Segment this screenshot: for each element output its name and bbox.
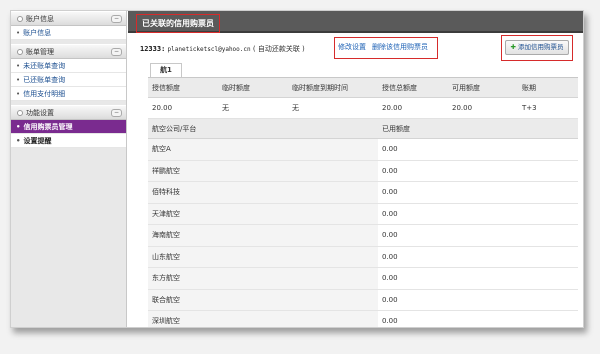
table-row: 航空A 0.00	[148, 139, 578, 161]
table-row: 祥鹏航空 0.00	[148, 160, 578, 182]
airline-name: 海南航空	[148, 225, 378, 246]
collapse-icon[interactable]: −	[111, 109, 122, 117]
table-row: 海南航空 0.00	[148, 225, 578, 247]
sidebar-item-label: 未还账单查询	[23, 62, 66, 70]
section-title: 账单管理	[26, 48, 54, 56]
section-header-account[interactable]: 账户信息 −	[11, 11, 126, 26]
sidebar-item-unpaid-bills[interactable]: • 未还账单查询	[11, 59, 126, 73]
used-credit: 0.00	[382, 274, 398, 282]
column-header: 航空公司/平台	[152, 125, 197, 133]
table-row: 联合航空 0.00	[148, 289, 578, 311]
add-agent-highlight: ✚ 添加信用购票员	[501, 35, 573, 61]
airline-name: 祥鹏航空	[148, 160, 378, 181]
airline-name: 联合航空	[148, 289, 378, 310]
column-header: 可用额度	[452, 84, 480, 92]
circle-icon	[17, 110, 23, 116]
tab-airline[interactable]: 航1	[150, 63, 182, 77]
table-row: 深圳航空 0.00	[148, 311, 578, 327]
used-credit: 0.00	[382, 317, 398, 325]
bullet-icon: •	[16, 90, 21, 98]
collapse-icon[interactable]: −	[111, 15, 122, 23]
used-credit: 0.00	[382, 295, 398, 304]
agent-email: planeticketscl@yahoo.cn	[167, 46, 251, 53]
circle-icon	[17, 49, 23, 55]
action-links: 修改设置 删除该信用购票员	[334, 37, 438, 59]
table-row: 山东航空 0.00	[148, 246, 578, 268]
airline-name: 航空A	[148, 139, 378, 160]
bullet-icon: •	[16, 137, 21, 145]
used-credit: 0.00	[382, 209, 398, 218]
column-header: 已用额度	[382, 125, 410, 133]
page-title: 已关联的信用购票员	[136, 14, 220, 33]
airline-header-row: 航空公司/平台 已用额度	[148, 119, 578, 139]
airline-name: 天津航空	[148, 203, 378, 224]
sidebar-item-reminder-settings[interactable]: • 设置提醒	[11, 134, 126, 148]
edit-settings-link[interactable]: 修改设置	[338, 43, 366, 51]
plus-icon: ✚	[510, 43, 516, 51]
summary-value-row: 20.00 无 无 20.00 20.00 T+3	[148, 98, 578, 119]
section-title: 功能设置	[26, 109, 54, 117]
used-credit: 0.00	[382, 188, 398, 196]
column-header: 临时额度	[222, 84, 250, 92]
section-header-settings[interactable]: 功能设置 −	[11, 105, 126, 120]
collapse-icon[interactable]: −	[111, 48, 122, 56]
table-row: 佰特科技 0.00	[148, 182, 578, 204]
app-window: 账户信息 − • 账户信息 账单管理 − • 未还账单查询 • 已还账单查询 • 信用支…	[10, 10, 584, 328]
airline-name: 佰特科技	[148, 182, 378, 203]
bullet-icon: •	[16, 62, 21, 70]
section-title: 账户信息	[26, 15, 54, 23]
auto-repay-note: ( 自动还款关联 )	[252, 45, 305, 53]
add-agent-label: 添加信用购票员	[517, 43, 564, 51]
table-cell: 无	[222, 104, 229, 112]
column-header: 临时额度到期时间	[292, 84, 348, 92]
section-header-bills[interactable]: 账单管理 −	[11, 44, 126, 59]
sidebar-item-label: 信用购票员管理	[23, 123, 73, 131]
sidebar-item-account-info[interactable]: • 账户信息	[11, 26, 126, 40]
circle-icon	[17, 16, 23, 22]
sidebar-item-label: 账户信息	[23, 29, 52, 37]
table-cell: 无	[292, 104, 299, 112]
title-bar: 已关联的信用购票员	[128, 11, 583, 33]
delete-agent-link[interactable]: 删除该信用购票员	[372, 43, 428, 51]
column-header: 授信额度	[152, 84, 180, 92]
table-cell: T+3	[522, 104, 537, 112]
table-cell: 20.00	[452, 104, 473, 112]
bullet-icon: •	[16, 123, 21, 131]
column-header: 账期	[522, 84, 536, 92]
sidebar-item-credit-details[interactable]: • 信用支付明细	[11, 87, 126, 101]
column-header: 授信总额度	[382, 84, 417, 92]
table-cell: 20.00	[382, 104, 403, 112]
airline-name: 山东航空	[148, 246, 378, 267]
airline-name: 深圳航空	[148, 311, 378, 327]
sidebar-item-credit-agent-mgmt[interactable]: • 信用购票员管理	[11, 120, 126, 134]
airline-name: 东方航空	[148, 268, 378, 289]
main-panel: 已关联的信用购票员 12333: planeticketscl@yahoo.cn…	[128, 11, 583, 327]
table-cell: 20.00	[152, 104, 173, 112]
sidebar-item-label: 已还账单查询	[23, 76, 66, 84]
used-credit: 0.00	[382, 252, 398, 261]
used-credit: 0.00	[382, 166, 398, 175]
sidebar-item-paid-bills[interactable]: • 已还账单查询	[11, 73, 126, 87]
add-agent-button[interactable]: ✚ 添加信用购票员	[505, 40, 569, 55]
table-row: 东方航空 0.00	[148, 268, 578, 290]
credit-table: 授信额度 临时额度 临时额度到期时间 授信总额度 可用额度 账期 20.00 无…	[148, 77, 578, 327]
used-credit: 0.00	[382, 145, 398, 153]
summary-header-row: 授信额度 临时额度 临时额度到期时间 授信总额度 可用额度 账期	[148, 78, 578, 98]
bullet-icon: •	[16, 76, 21, 84]
bullet-icon: •	[16, 29, 21, 37]
account-number: 12333:	[140, 45, 166, 53]
sidebar: 账户信息 − • 账户信息 账单管理 − • 未还账单查询 • 已还账单查询 • 信用支…	[11, 11, 127, 327]
sidebar-item-label: 设置提醒	[23, 137, 52, 145]
sidebar-item-label: 信用支付明细	[23, 90, 66, 98]
table-row: 天津航空 0.00	[148, 203, 578, 225]
used-credit: 0.00	[382, 231, 398, 239]
